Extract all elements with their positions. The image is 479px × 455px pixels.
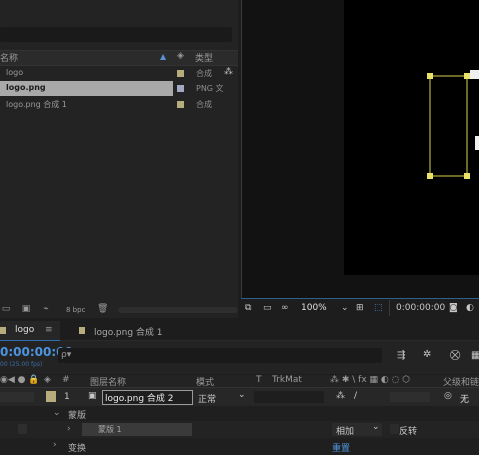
comp-layer-icon: ▣ [88,391,97,401]
project-scrollbar[interactable] [118,307,238,313]
column-name-header[interactable]: 名称 [0,51,18,64]
project-item-logo-png[interactable]: logo.png PNG 文 [0,81,238,96]
project-search-input[interactable] [0,27,232,42]
new-folder-icon[interactable]: ▭ [1,304,11,314]
masks-group-label[interactable]: 蒙版 [68,408,86,421]
invert-label: 反转 [399,427,418,437]
av-features-icons[interactable]: ◉◀ ● 🔒 [0,375,40,385]
mask-visibility-switch[interactable] [18,424,27,434]
viewer-timecode[interactable]: 0:00:00:00 [396,303,445,313]
transform-group-label[interactable]: 变换 [68,441,86,454]
new-composition-icon[interactable]: ▣ [21,304,31,314]
pickwhip-icon[interactable]: ◎ [444,391,452,401]
column-trkmat-header[interactable]: TrkMat [272,375,302,385]
frame-blending-icon[interactable]: ▦ [471,350,479,361]
zoom-dropdown[interactable]: 100% [301,303,327,313]
bit-depth-button[interactable]: 8 bpc [66,306,85,314]
chevron-down-icon[interactable]: ⌄ [372,422,380,432]
flowchart-icon[interactable]: ⁂ [224,67,233,77]
parent-dropdown[interactable]: 无 [460,392,469,405]
hide-shy-layers-icon[interactable]: ⛒ [450,350,460,361]
project-item-type: PNG 文 [196,84,224,93]
mask-visibility-icon[interactable]: ∞ [281,303,289,313]
switches-icons[interactable]: ⁂ ✱ \ fx ▦ ◐ ◌ ⬡ [330,375,410,385]
tab-logo-png-comp-1[interactable]: logo.png 合成 1 [94,325,163,338]
show-snapshot-icon[interactable]: ◐ [466,303,474,313]
project-panel [0,0,238,318]
project-item-logo[interactable]: logo 合成 [0,66,238,81]
trash-icon[interactable]: 🗑 [97,304,108,314]
layer-name: logo.png 合成 2 [105,394,174,404]
project-item-type: 合成 [196,69,212,78]
layer-switches-empty[interactable] [390,392,430,402]
column-t-header: T [256,375,262,385]
layer-label-color[interactable] [46,391,56,402]
logo-fragment [475,136,479,150]
layer-index: 1 [64,392,70,402]
column-type-header[interactable]: 类型 [195,51,213,64]
mask-mode-value: 相加 [336,427,355,437]
toolbar-divider [389,300,390,316]
label-tag-icon[interactable]: ◈ [177,51,184,61]
layer-av-switches[interactable] [0,392,34,402]
column-mode-header[interactable]: 模式 [196,375,214,388]
project-item-label: logo.png [6,83,46,92]
project-item-type: 合成 [196,100,212,109]
column-parent-header[interactable]: 父级和链 [443,375,479,388]
tab-logo-label: logo [15,325,35,335]
chevron-down-icon[interactable]: ⌄ [53,408,61,418]
chevron-right-icon[interactable]: › [67,424,71,434]
chevron-down-icon[interactable]: ⌄ [238,390,246,400]
mask-vertex-handle [464,173,470,179]
label-color-swatch[interactable] [177,101,184,108]
chevron-right-icon[interactable]: › [53,440,57,450]
monitor-icon[interactable]: ▭ [263,303,272,313]
transparency-grid-icon[interactable]: ⬚ [374,303,383,313]
tab-color-swatch [79,327,85,334]
timeline-tabs [0,320,479,341]
tab-menu-icon[interactable]: ≡ [45,325,53,335]
search-icon: ρ▾ [61,350,72,360]
mask-vertex-handle [427,73,433,79]
label-color-swatch[interactable] [177,70,184,77]
always-preview-icon[interactable]: ⧉ [245,303,251,313]
project-item-label: logo.png 合成 1 [6,100,67,109]
quality-switch-icon[interactable]: / [354,391,357,401]
layer-mode-dropdown[interactable]: 正常 [198,392,216,405]
timeline-search-input[interactable] [58,348,382,363]
mask-path-outline[interactable] [420,66,479,182]
interpret-footage-icon[interactable]: ⌁ [41,304,51,314]
mask-vertex-handle [427,173,433,179]
invert-checkbox[interactable] [390,424,399,434]
project-item-label: logo [6,68,24,77]
column-layer-name-header[interactable]: 图层名称 [90,375,126,388]
reset-link[interactable]: 重置 [332,441,350,454]
comp-mini-flowchart-icon[interactable]: ⇶ [397,350,405,361]
label-tag-icon[interactable]: ◈ [44,375,51,385]
frame-rate-info: 00 (25.00 fps) [0,361,43,368]
label-color-swatch[interactable] [177,85,184,92]
camera-snapshot-icon[interactable]: ◙ [449,303,458,313]
sort-ascending-icon[interactable]: ▲ [160,52,166,61]
mask-vertex-handle [464,73,470,79]
region-of-interest-icon[interactable]: ⊞ [356,303,364,313]
project-item-logo-comp-1[interactable]: logo.png 合成 1 合成 [0,97,238,112]
tab-color-swatch [0,327,6,334]
column-number-header: # [62,375,70,385]
chevron-down-icon[interactable]: ⌄ [341,303,349,313]
shy-switch-icon[interactable]: ⁂ [336,391,345,401]
mask-name: 蒙版 1 [98,425,122,434]
logo-fragment [470,70,479,79]
trkmat-dropdown[interactable] [254,391,324,403]
draft-3d-icon[interactable]: ✲ [423,349,431,360]
